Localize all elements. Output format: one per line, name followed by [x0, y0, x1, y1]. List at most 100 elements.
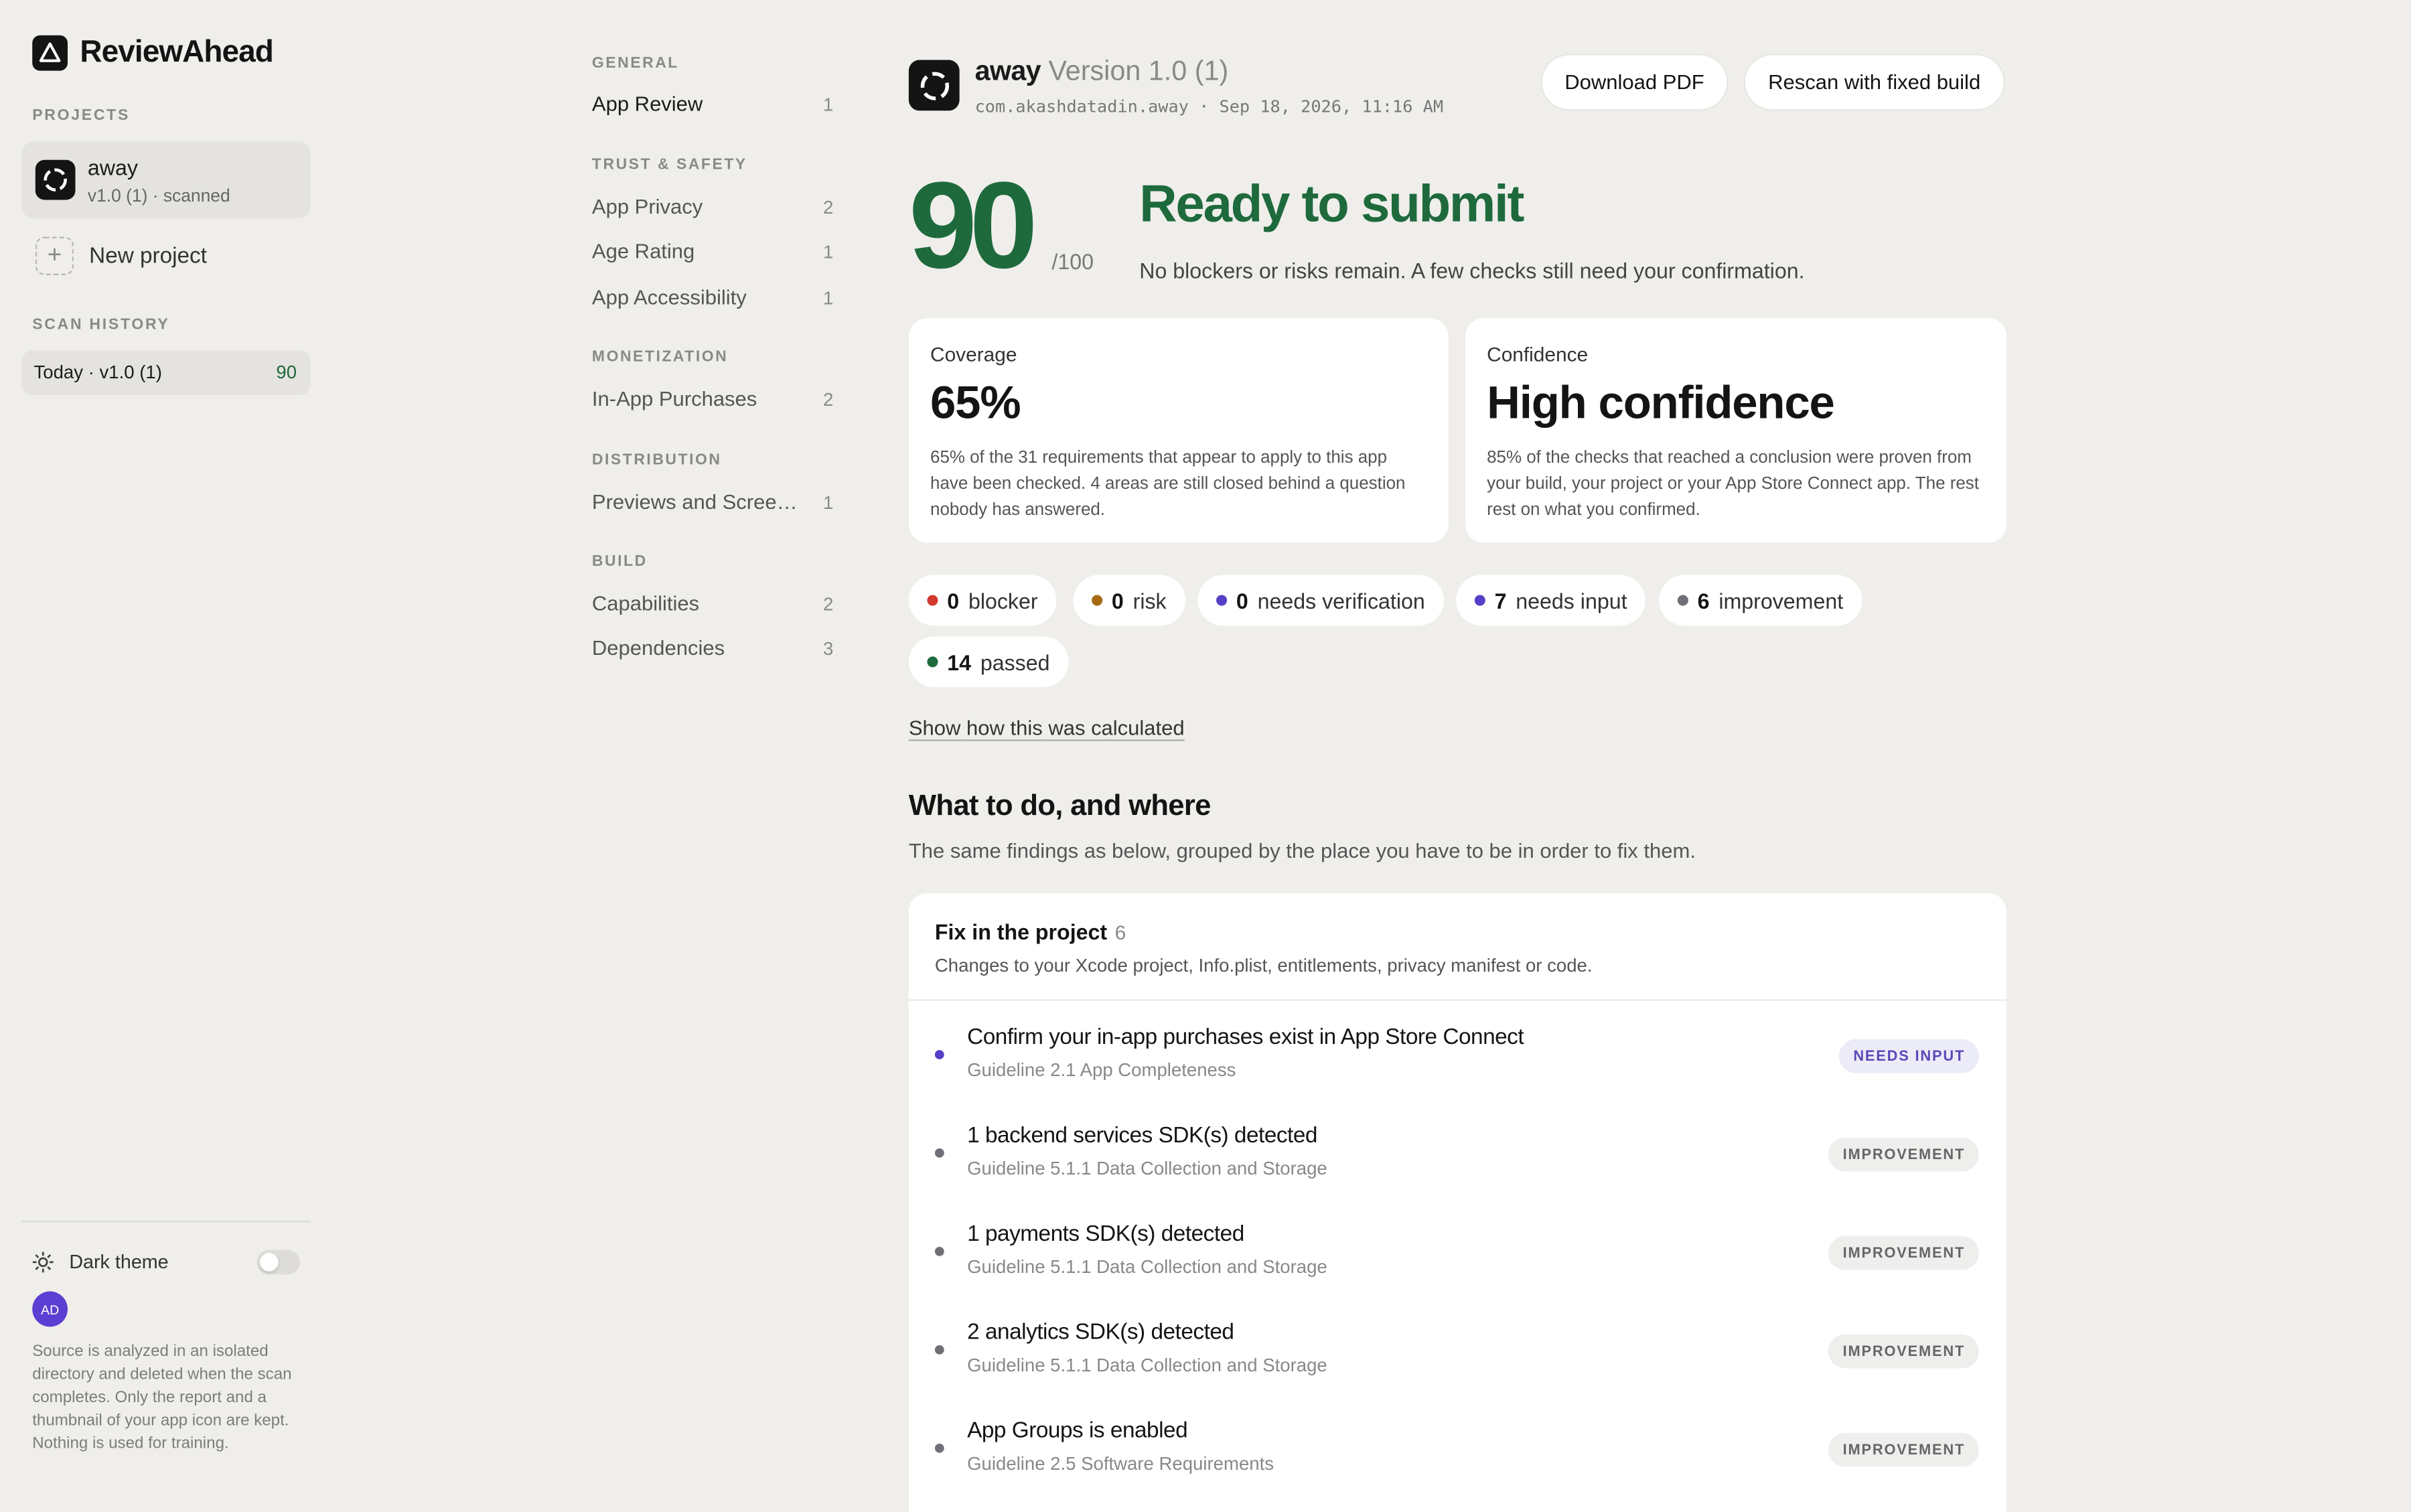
nav-item-label: Age Rating [591, 240, 695, 263]
nav-item-label: Capabilities [591, 591, 700, 615]
finding-title: 1 backend services SDK(s) detected [967, 1124, 1317, 1149]
coverage-description: 65% of the 31 requirements that appear t… [930, 449, 1406, 520]
nav-item-label: Dependencies [591, 636, 725, 660]
nav-item-count: 3 [823, 637, 834, 660]
app-version: Version 1.0 (1) [1048, 55, 1229, 86]
history-item-score: 90 [276, 361, 297, 383]
sidebar: ReviewAhead PROJECTS away v1.0 (1) · sca… [0, 0, 329, 1511]
sidebar-divider [21, 1220, 311, 1223]
coverage-label: Coverage [930, 342, 1017, 366]
nav-item-count: 2 [823, 388, 834, 411]
scan-history-label: SCAN HISTORY [32, 316, 170, 334]
sun-icon [32, 1252, 54, 1281]
status-dot [1677, 595, 1688, 606]
finding-guideline: Guideline 5.1.1 Data Collection and Stor… [967, 1256, 1327, 1278]
app-logo-icon [32, 35, 68, 71]
nav-section-build: BUILD [591, 553, 648, 571]
count-pill-passed[interactable]: 14 passed [908, 636, 1069, 688]
status-dot [1092, 595, 1103, 606]
nav-item-count: 2 [823, 196, 834, 219]
count-label: needs verification [1257, 588, 1425, 613]
nav-item-count: 1 [823, 287, 834, 309]
scan-history-item[interactable]: Today · v1.0 (1) 90 [21, 350, 311, 396]
bundle-and-date: com.akashdatadin.away · Sep 18, 2026, 11… [974, 96, 1444, 117]
confidence-value: High confidence [1487, 378, 1835, 429]
count-pill-needs-verification[interactable]: 0 needs verification [1197, 575, 1444, 626]
count-number: 14 [947, 650, 972, 674]
group-title: Fix in the project 6 [935, 919, 1126, 944]
count-number: 0 [947, 588, 960, 613]
dark-theme-label: Dark theme [69, 1251, 169, 1274]
count-number: 6 [1697, 588, 1710, 613]
nav-item-app-privacy[interactable]: App Privacy 2 [592, 196, 833, 226]
brand-name: ReviewAhead [80, 35, 273, 70]
count-pill-blocker[interactable]: 0 blocker [908, 575, 1057, 626]
project-name: away [87, 155, 138, 180]
finding-row[interactable]: 2 analytics SDK(s) detected Guideline 5.… [909, 1307, 2006, 1384]
count-label: needs input [1516, 588, 1627, 613]
count-label: blocker [968, 588, 1038, 613]
status-badge: IMPROVEMENT [1828, 1137, 1979, 1172]
finding-row[interactable]: 1 payments SDK(s) detected Guideline 5.1… [909, 1209, 2006, 1286]
fix-in-project-group: Fix in the project 6 Changes to your Xcod… [908, 893, 2007, 1512]
app-ring-icon [35, 159, 76, 200]
finding-guideline: Guideline 2.5 Software Requirements [967, 1452, 1274, 1475]
score-value: 90 [908, 157, 1038, 294]
nav-item-age-rating[interactable]: Age Rating 1 [592, 240, 833, 271]
status-badge: IMPROVEMENT [1828, 1334, 1979, 1369]
group-count: 6 [1114, 921, 1126, 944]
app-title: away Version 1.0 (1) [975, 56, 1229, 88]
status-dot [1474, 595, 1485, 606]
status-dot [1216, 595, 1228, 606]
count-label: risk [1133, 588, 1167, 613]
project-card-away[interactable]: away v1.0 (1) · scanned [21, 141, 311, 219]
count-label: passed [980, 650, 1050, 674]
nav-item-label: App Review [591, 92, 703, 116]
verdict-subtitle: No blockers or risks remain. A few check… [1139, 258, 1805, 283]
history-item-label: Today · v1.0 (1) [33, 361, 162, 383]
plus-icon: + [35, 236, 74, 275]
rescan-button[interactable]: Rescan with fixed build [1743, 54, 2005, 111]
verdict-title: Ready to submit [1139, 175, 1524, 234]
nav-item-in-app-purchases[interactable]: In-App Purchases 2 [592, 388, 833, 419]
status-dot [927, 656, 938, 668]
nav-item-count: 1 [823, 94, 834, 116]
show-calculation-link[interactable]: Show how this was calculated [909, 716, 1185, 739]
coverage-value: 65% [930, 378, 1021, 429]
nav-item-label: App Privacy [591, 195, 703, 219]
app-root: ReviewAhead PROJECTS away v1.0 (1) · sca… [0, 0, 2411, 1512]
nav-item-label: App Accessibility [591, 286, 747, 309]
todo-section-subtitle: The same findings as below, grouped by t… [908, 839, 1696, 862]
nav-item-app-review[interactable]: App Review 1 [592, 92, 833, 123]
status-badge: IMPROVEMENT [1828, 1432, 1979, 1467]
status-dot [927, 595, 938, 606]
projects-label: PROJECTS [32, 107, 131, 125]
nav-item-dependencies[interactable]: Dependencies 3 [592, 637, 833, 668]
nav-item-count: 1 [823, 241, 834, 263]
count-pill-needs-input[interactable]: 7 needs input [1456, 575, 1646, 626]
finding-row[interactable]: App Groups is enabled Guideline 2.5 Soft… [909, 1405, 2006, 1482]
brand[interactable]: ReviewAhead [32, 35, 274, 71]
finding-row[interactable]: 1 backend services SDK(s) detected Guide… [909, 1110, 2006, 1187]
nav-section-monetization: MONETIZATION [591, 349, 729, 366]
nav-item-capabilities[interactable]: Capabilities 2 [592, 592, 833, 623]
nav-item-app-accessibility[interactable]: App Accessibility 1 [592, 286, 833, 317]
status-badge: IMPROVEMENT [1828, 1235, 1979, 1270]
nav-item-count: 2 [823, 593, 834, 615]
download-pdf-button[interactable]: Download PDF [1540, 54, 1729, 111]
nav-item-label: Previews and Screenshots [591, 490, 808, 514]
finding-title: 1 payments SDK(s) detected [967, 1222, 1244, 1247]
finding-row[interactable]: Confirm your in-app purchases exist in A… [909, 1012, 2006, 1089]
confidence-description: 85% of the checks that reached a conclus… [1487, 449, 1979, 520]
dark-theme-toggle[interactable] [257, 1250, 300, 1275]
new-project-button[interactable]: + New project [35, 236, 207, 275]
group-divider [908, 999, 2007, 1001]
finding-title: App Groups is enabled [967, 1419, 1188, 1444]
new-project-label: New project [89, 243, 207, 269]
group-subtitle: Changes to your Xcode project, Info.plis… [934, 954, 1593, 976]
count-pill-risk[interactable]: 0 risk [1073, 575, 1185, 626]
avatar[interactable]: AD [32, 1291, 68, 1327]
count-pill-improvement[interactable]: 6 improvement [1659, 575, 1862, 626]
nav-item-previews-screenshots[interactable]: Previews and Screenshots 1 [592, 490, 833, 521]
status-dot [934, 1050, 944, 1059]
